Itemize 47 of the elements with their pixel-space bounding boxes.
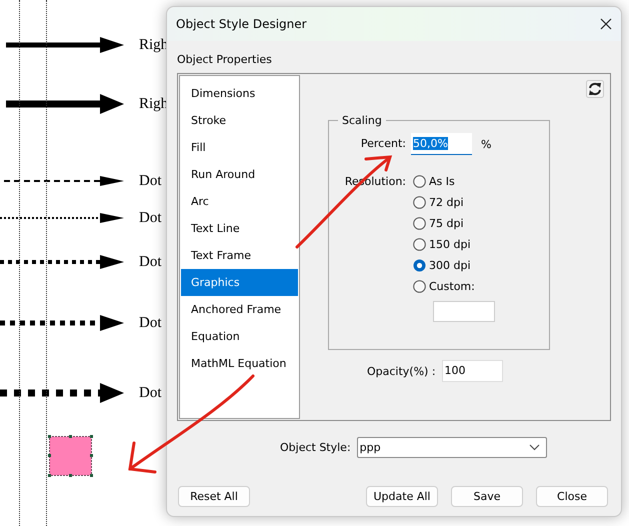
radio-button[interactable] <box>413 280 426 293</box>
document-text: Dot <box>139 210 162 226</box>
field-label: Object Style: <box>280 441 351 454</box>
option-label[interactable]: As Is <box>429 175 455 188</box>
field-label: Opacity(%) : <box>367 364 436 378</box>
radio-button[interactable] <box>413 217 426 230</box>
selected-shape[interactable] <box>48 435 93 477</box>
caret-icon <box>528 444 540 451</box>
dialog-button[interactable]: Reset All <box>178 486 250 507</box>
document-text: Dot <box>139 172 162 190</box>
option-label[interactable]: Custom: <box>429 280 475 293</box>
percent-field[interactable]: 50,0% <box>411 133 472 155</box>
section-label: Object Properties <box>177 53 273 68</box>
category-item[interactable]: MathML Equation <box>181 350 298 377</box>
input-field[interactable] <box>433 301 495 322</box>
document-text: Dot <box>139 254 162 270</box>
field-label: Percent: <box>360 136 406 152</box>
dialog-button[interactable]: Close <box>536 486 608 507</box>
close-icon[interactable] <box>599 17 613 31</box>
option-label[interactable]: 150 dpi <box>429 238 471 251</box>
category-item[interactable]: Graphics <box>181 269 298 296</box>
option-label[interactable]: 72 dpi <box>429 196 464 209</box>
document-text: Dot <box>139 384 162 402</box>
group-title: Scaling <box>341 114 383 127</box>
refresh-icon[interactable] <box>586 80 604 98</box>
category-item[interactable]: Text Line <box>181 215 298 242</box>
category-item[interactable]: Stroke <box>181 107 298 134</box>
radio-button[interactable] <box>413 175 426 188</box>
radio-button[interactable] <box>413 259 426 272</box>
dialog-button[interactable]: Update All <box>366 486 438 507</box>
category-item[interactable]: Equation <box>181 323 298 350</box>
option-label[interactable]: 300 dpi <box>429 259 471 272</box>
style-dropdown[interactable]: ppp <box>356 437 547 458</box>
option-label[interactable]: 75 dpi <box>429 217 464 230</box>
document-text: Dot <box>139 314 162 332</box>
category-item[interactable]: Dimensions <box>181 80 298 107</box>
category-item[interactable]: Arc <box>181 188 298 215</box>
category-item[interactable]: Fill <box>181 134 298 161</box>
opacity-field[interactable]: 100 <box>442 360 503 382</box>
category-item[interactable]: Run Around <box>181 161 298 188</box>
radio-button[interactable] <box>413 238 426 251</box>
unit-label: % <box>481 138 492 150</box>
radio-button[interactable] <box>413 196 426 209</box>
window-title: Object Style Designer <box>176 17 308 31</box>
category-item[interactable]: Anchored Frame <box>181 296 298 323</box>
category-item[interactable]: Text Frame <box>181 242 298 269</box>
dialog-button[interactable]: Save <box>451 486 523 507</box>
